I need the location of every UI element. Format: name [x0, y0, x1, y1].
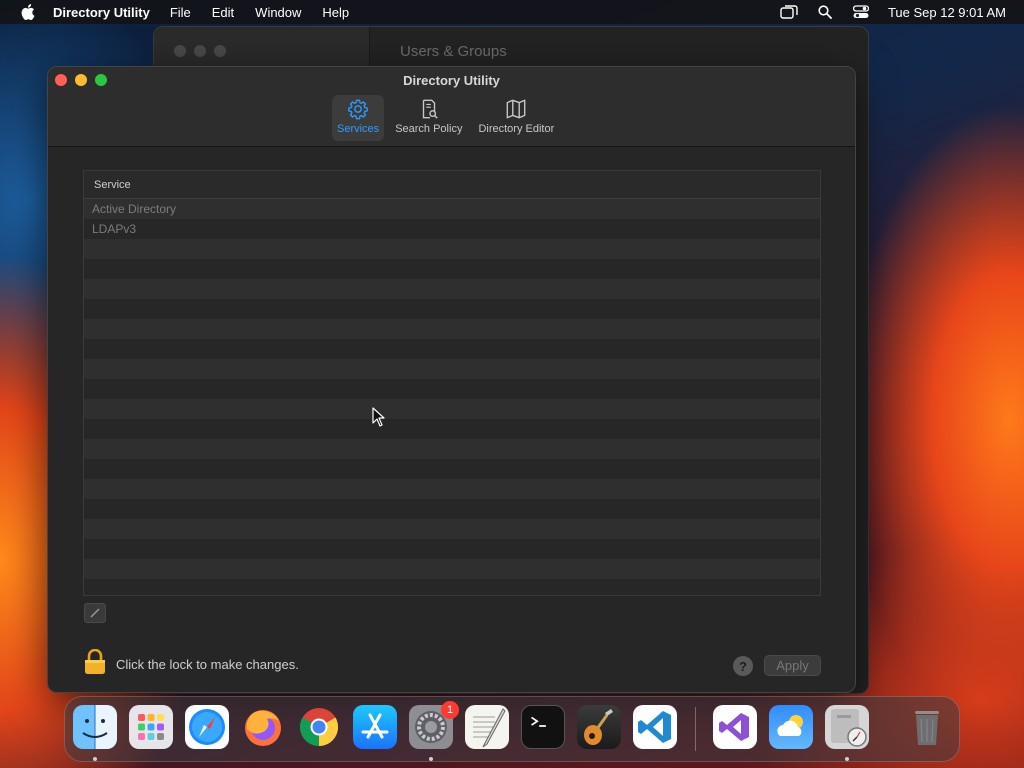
chrome-icon[interactable]: [297, 705, 341, 749]
table-row: [84, 279, 820, 299]
table-row: [84, 519, 820, 539]
menu-help[interactable]: Help: [322, 5, 349, 20]
background-window-title: Users & Groups: [400, 43, 507, 60]
terminal-icon[interactable]: [521, 705, 565, 749]
services-list: Active Directory LDAPv3: [84, 199, 820, 595]
inactive-close-icon[interactable]: [174, 45, 186, 57]
table-row: [84, 239, 820, 259]
inactive-minimize-icon[interactable]: [194, 45, 206, 57]
edit-service-button[interactable]: [84, 603, 106, 623]
lock-message: Click the lock to make changes.: [116, 657, 299, 672]
finder-icon[interactable]: [73, 705, 117, 749]
lock-icon[interactable]: [84, 648, 106, 675]
tab-services[interactable]: Services: [332, 95, 385, 141]
table-row: [84, 439, 820, 459]
garageband-icon[interactable]: [577, 705, 621, 749]
finder-running-indicator: [93, 757, 97, 761]
pencil-icon: [90, 608, 100, 618]
apply-button[interactable]: Apply: [764, 655, 821, 676]
table-row: [84, 379, 820, 399]
menu-window[interactable]: Window: [255, 5, 301, 20]
system-settings-badge: 1: [441, 701, 459, 719]
background-window-controls: [174, 45, 226, 57]
weather-icon[interactable]: [769, 705, 813, 749]
table-row: [84, 319, 820, 339]
gear-icon: [346, 97, 370, 121]
menu-edit[interactable]: Edit: [212, 5, 234, 20]
vscode-icon[interactable]: [633, 705, 677, 749]
tab-services-label: Services: [337, 123, 380, 135]
services-table[interactable]: Service Active Directory LDAPv3: [83, 170, 821, 596]
screen-mirroring-icon[interactable]: [780, 5, 798, 19]
system-settings-running-indicator: [429, 757, 433, 761]
directory-utility-icon[interactable]: [825, 705, 869, 749]
table-row: [84, 479, 820, 499]
app-store-icon[interactable]: [353, 705, 397, 749]
table-row: [84, 259, 820, 279]
window-title: Directory Utility: [403, 73, 500, 88]
directory-utility-window: Directory Utility Services Search Policy…: [47, 66, 856, 693]
table-row: [84, 419, 820, 439]
app-menu[interactable]: Directory Utility: [53, 5, 150, 20]
tab-search-policy[interactable]: Search Policy: [390, 95, 467, 141]
menu-bar: Directory Utility File Edit Window Help …: [0, 0, 1024, 24]
mouse-cursor-icon: [372, 407, 386, 427]
table-row: [84, 579, 820, 595]
table-row: [84, 499, 820, 519]
table-row: [84, 539, 820, 559]
apple-icon[interactable]: [19, 4, 35, 20]
tab-directory-editor[interactable]: Directory Editor: [473, 95, 559, 141]
help-button[interactable]: ?: [733, 656, 753, 676]
menu-file[interactable]: File: [170, 5, 191, 20]
visual-studio-icon[interactable]: [713, 705, 757, 749]
toolbar: Services Search Policy Directory Editor: [332, 95, 559, 141]
table-row: [84, 339, 820, 359]
menu-clock[interactable]: Tue Sep 12 9:01 AM: [888, 5, 1006, 20]
table-row: [84, 299, 820, 319]
directory-utility-running-indicator: [845, 757, 849, 761]
inactive-zoom-icon[interactable]: [214, 45, 226, 57]
trash-icon[interactable]: [905, 705, 949, 749]
spotlight-search-icon[interactable]: [816, 5, 834, 19]
tab-directory-editor-label: Directory Editor: [478, 123, 555, 135]
title-bar[interactable]: Directory Utility Services Search Policy…: [48, 67, 855, 147]
column-header-service[interactable]: Service: [84, 171, 820, 199]
safari-icon[interactable]: [185, 705, 229, 749]
table-row-ldapv3[interactable]: LDAPv3: [84, 219, 820, 239]
table-row-active-directory[interactable]: Active Directory: [84, 199, 820, 219]
table-row: [84, 559, 820, 579]
firefox-icon[interactable]: [241, 705, 285, 749]
dock-separator: [695, 707, 696, 751]
table-row: [84, 399, 820, 419]
map-icon: [504, 97, 528, 121]
table-row: [84, 459, 820, 479]
table-row: [84, 359, 820, 379]
launchpad-icon[interactable]: [129, 705, 173, 749]
control-center-icon[interactable]: [852, 5, 870, 19]
dock: 1: [64, 696, 960, 762]
search-policy-icon: [417, 97, 441, 121]
textedit-icon[interactable]: [465, 705, 509, 749]
tab-search-policy-label: Search Policy: [395, 123, 463, 135]
